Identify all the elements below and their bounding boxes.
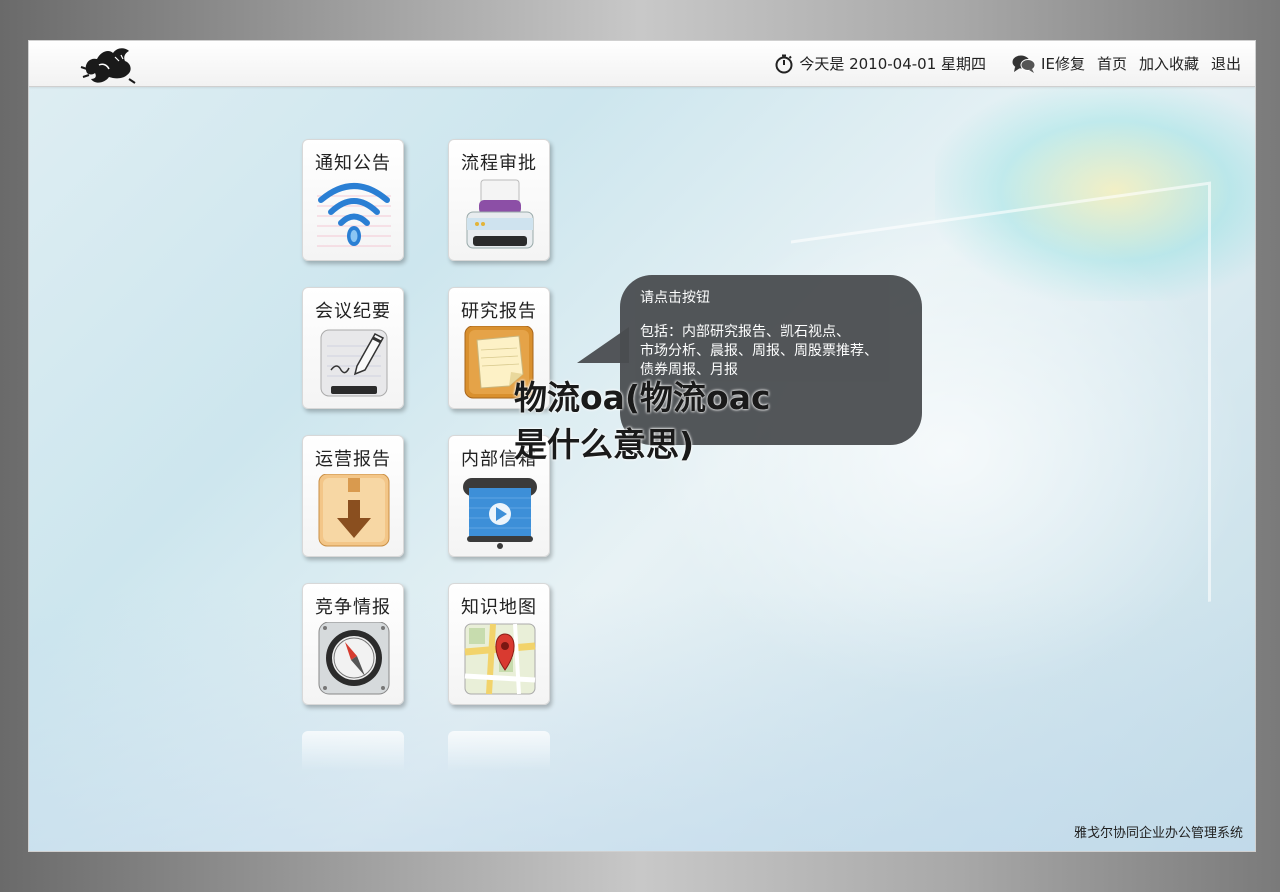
overlay-line: 是什么意思) xyxy=(514,425,695,464)
top-bar: 今天是 2010-04-01 星期四 IE修复 首页 加入收藏 退出 xyxy=(29,41,1255,87)
download-box-icon xyxy=(318,474,390,547)
tooltip-line: 市场分析、晨报、周报、周股票推荐、 xyxy=(640,343,878,359)
tile-minutes[interactable]: 会议纪要 xyxy=(302,287,404,409)
overlay-caption: 物流oa(物流oac 是什么意思) xyxy=(514,374,814,468)
ie-repair-label: IE修复 xyxy=(1041,55,1085,73)
tile-approval[interactable]: 流程审批 xyxy=(448,139,550,261)
tooltip-line: 包括：内部研究报告、凯石视点、 xyxy=(640,324,850,340)
chat-bubbles-icon xyxy=(1012,55,1036,73)
home-link[interactable]: 首页 xyxy=(1097,53,1127,74)
ie-repair-link[interactable]: IE修复 xyxy=(1012,53,1085,74)
tile-label: 流程审批 xyxy=(461,153,537,174)
top-nav: 今天是 2010-04-01 星期四 IE修复 首页 加入收藏 退出 xyxy=(774,53,1241,74)
tile-label: 竞争情报 xyxy=(315,597,391,618)
background-floor xyxy=(29,591,1255,851)
tile-notice[interactable]: 通知公告 xyxy=(302,139,404,261)
overlay-line: 物流oa(物流oac xyxy=(514,378,771,417)
logout-link[interactable]: 退出 xyxy=(1211,53,1241,74)
wifi-signal-icon xyxy=(317,183,391,247)
tile-reflection xyxy=(302,731,404,771)
printer-icon xyxy=(466,179,534,249)
stopwatch-icon xyxy=(775,54,793,73)
tile-label: 通知公告 xyxy=(315,153,391,174)
tile-label: 运营报告 xyxy=(315,449,391,470)
tile-operations[interactable]: 运营报告 xyxy=(302,435,404,557)
tile-knowledge-map[interactable]: 知识地图 xyxy=(448,583,550,705)
date-display: 今天是 2010-04-01 星期四 xyxy=(774,53,986,74)
map-pin-icon xyxy=(464,623,536,695)
tile-reflection xyxy=(448,731,550,771)
video-player-icon xyxy=(463,478,537,549)
tile-intelligence[interactable]: 竞争情报 xyxy=(302,583,404,705)
date-text: 今天是 2010-04-01 星期四 xyxy=(799,55,987,73)
add-favorite-link[interactable]: 加入收藏 xyxy=(1139,53,1199,74)
tooltip-title: 请点击按钮 xyxy=(640,290,710,306)
tile-label: 知识地图 xyxy=(461,597,537,618)
compass-icon xyxy=(318,622,390,695)
tile-label: 研究报告 xyxy=(461,301,537,322)
tile-label: 会议纪要 xyxy=(315,301,391,322)
dragon-logo-icon xyxy=(80,48,136,84)
system-name: 雅戈尔协同企业办公管理系统 xyxy=(1073,826,1243,841)
pen-notepad-icon xyxy=(320,329,388,397)
